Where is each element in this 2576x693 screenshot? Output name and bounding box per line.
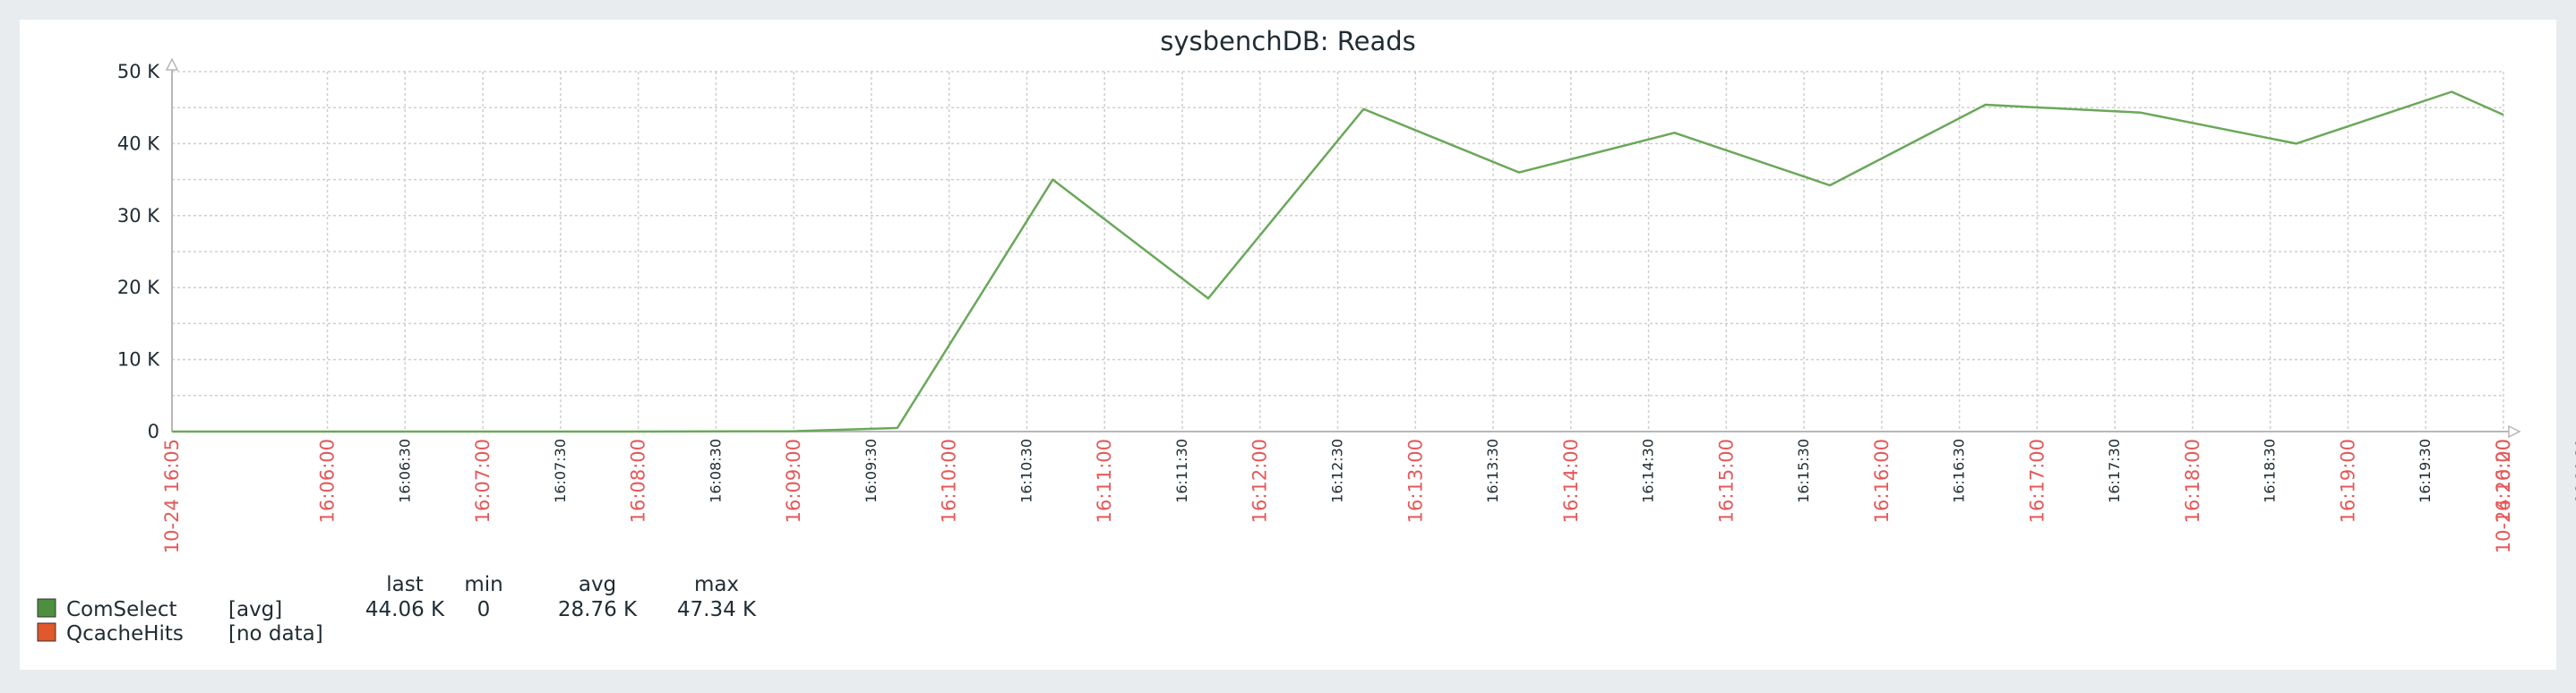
- chart-title: sysbenchDB: Reads: [1160, 26, 1416, 56]
- x-tick-label: 16:15:30: [1795, 439, 1812, 503]
- x-tick-label: 16:17:30: [2106, 439, 2123, 503]
- x-tick-label: 16:11:30: [1173, 439, 1190, 503]
- x-tick-label: 16:13:00: [1404, 439, 1426, 523]
- x-tick-label: 16:09:30: [863, 439, 880, 503]
- y-tick-label: 40 K: [117, 133, 160, 154]
- y-tick-label: 50 K: [117, 61, 160, 82]
- legend-column-max: max: [694, 573, 739, 596]
- legend-swatch: [37, 622, 56, 642]
- x-tick-label: 16:16:30: [1951, 439, 1968, 503]
- x-tick-label: 16:07:00: [472, 439, 494, 523]
- legend-series-name: ComSelect: [66, 598, 177, 621]
- legend-column-min: min: [464, 573, 502, 596]
- x-tick-label: 16:19:30: [2417, 439, 2434, 503]
- x-tick-label: 16:14:00: [1560, 439, 1582, 523]
- legend-value-min: 0: [477, 598, 491, 621]
- legend-value-last: 44.06 K: [365, 598, 445, 621]
- y-tick-label: 0: [148, 421, 159, 442]
- x-tick-label: 16:11:00: [1094, 439, 1115, 523]
- x-tick-label: 16:12:00: [1249, 439, 1271, 523]
- legend-swatch: [37, 598, 56, 618]
- x-tick-label: 16:19:00: [2337, 439, 2358, 523]
- legend-column-avg: avg: [579, 573, 616, 596]
- x-tick-label: 16:18:30: [2262, 439, 2279, 503]
- x-end-label: 10-24 16:20: [2493, 439, 2514, 553]
- y-tick-label: 30 K: [117, 205, 160, 227]
- graph-panel: sysbenchDB: Reads 0 10 K 20 K 30 K 40 K 50 K …: [0, 0, 2576, 693]
- x-tick-label: 16:08:00: [628, 439, 649, 523]
- x-tick-label: 16:12:30: [1329, 439, 1346, 503]
- x-tick-label: 16:10:00: [939, 439, 960, 523]
- y-tick-label: 10 K: [117, 349, 160, 371]
- legend-value-avg: 28.76 K: [558, 598, 638, 621]
- x-tick-label: 16:16:00: [1871, 439, 1893, 523]
- x-tick-label: 16:10:30: [1018, 439, 1035, 503]
- x-tick-label: 16:06:30: [396, 439, 413, 503]
- x-tick-label: 16:15:00: [1715, 439, 1737, 523]
- x-tick-label: 16:09:00: [783, 439, 804, 523]
- x-tick-label: 16:20:30: [2572, 439, 2576, 503]
- x-tick-label: 16:14:30: [1640, 439, 1657, 503]
- legend-function: [no data]: [228, 622, 323, 646]
- reads-line-chart: sysbenchDB: Reads 010 K20 K30 K40 K50 K …: [20, 20, 2576, 670]
- x-tick-label: 16:07:30: [552, 439, 569, 503]
- legend-column-last: last: [386, 573, 424, 596]
- legend-value-max: 47.34 K: [677, 598, 757, 621]
- x-tick-label: 16:18:00: [2182, 439, 2203, 523]
- legend-function: [avg]: [228, 598, 282, 621]
- x-tick-label: 16:06:00: [317, 439, 339, 523]
- x-tick-label: 16:17:00: [2026, 439, 2048, 523]
- x-start-label: 10-24 16:05: [161, 439, 183, 553]
- x-tick-label: 16:08:30: [707, 439, 724, 503]
- x-tick-label: 16:13:30: [1484, 439, 1501, 503]
- y-tick-label: 20 K: [117, 277, 160, 298]
- legend-series-name: QcacheHits: [66, 622, 184, 646]
